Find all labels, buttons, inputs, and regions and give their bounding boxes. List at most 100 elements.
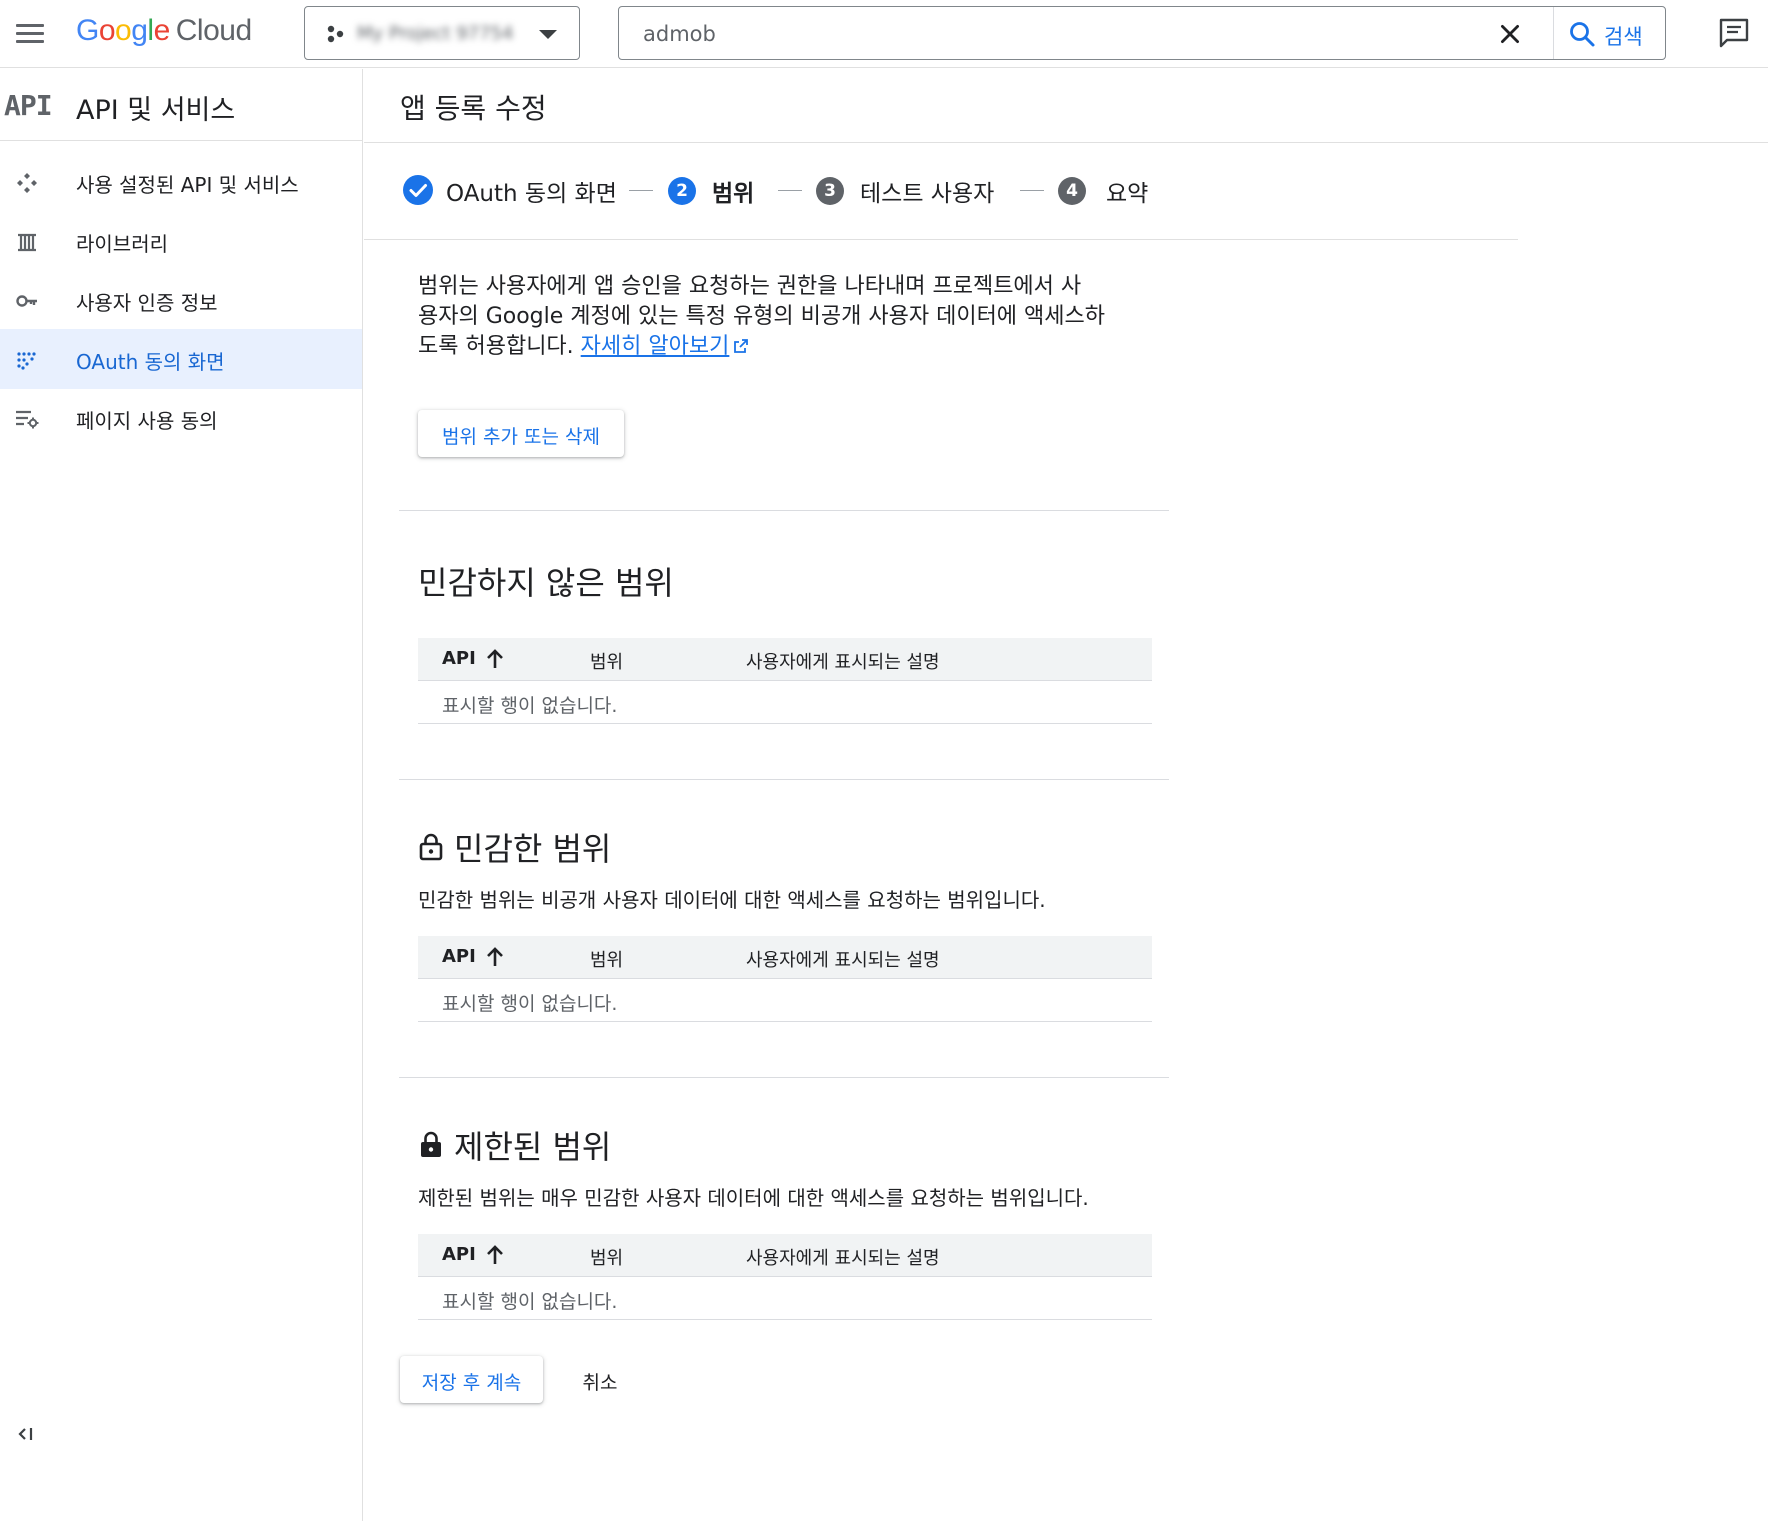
search-icon (1570, 22, 1595, 47)
api-logo: API (4, 89, 53, 122)
release-notes-icon[interactable] (1718, 17, 1750, 49)
step-4-label[interactable]: 요약 (1106, 174, 1148, 208)
step-separator (778, 190, 802, 191)
top-bar: Google Cloud My Project 97754 admob 검색 (0, 0, 1768, 68)
column-description: 사용자에게 표시되는 설명 (746, 652, 940, 673)
cancel-button[interactable]: 취소 (566, 1356, 634, 1403)
column-api[interactable]: API (442, 1244, 476, 1265)
arrow-up-icon[interactable] (484, 647, 506, 671)
sensitive-title: 민감한 범위 (418, 824, 611, 870)
column-description: 사용자에게 표시되는 설명 (746, 950, 940, 971)
intro-line: 용자의 Google 계정에 있는 특정 유형의 비공개 사용자 데이터에 액세… (418, 304, 1106, 329)
cancel-button-label: 취소 (582, 1372, 618, 1394)
sidebar-item-credentials[interactable]: 사용자 인증 정보 (0, 270, 362, 330)
search-button-label: 검색 (1604, 25, 1643, 49)
sensitive-description: 민감한 범위는 비공개 사용자 데이터에 대한 액세스를 요청하는 범위입니다. (418, 888, 1046, 912)
library-icon (18, 233, 36, 252)
table-header: API 범위 사용자에게 표시되는 설명 (418, 1234, 1152, 1277)
arrow-up-icon[interactable] (484, 945, 506, 969)
page-header: 앱 등록 수정 (364, 69, 1768, 143)
divider (399, 510, 1169, 511)
logo-letter: g (131, 14, 148, 47)
enabled-apis-icon (17, 173, 37, 193)
intro-line: 도록 허용합니다. (418, 334, 581, 359)
clear-icon[interactable] (1497, 21, 1523, 47)
logo-cloud-text: Cloud (175, 14, 252, 47)
search-bar[interactable]: admob 검색 (618, 6, 1666, 60)
logo-letter: o (115, 14, 132, 47)
sidebar-item-label: 사용 설정된 API 및 서비스 (76, 173, 299, 197)
sidebar-item-label: 사용자 인증 정보 (76, 291, 218, 315)
column-scope: 범위 (590, 1248, 624, 1269)
page-title: 앱 등록 수정 (400, 92, 547, 125)
key-icon (16, 295, 37, 307)
add-remove-scopes-button[interactable]: 범위 추가 또는 삭제 (418, 410, 624, 457)
restricted-table: API 범위 사용자에게 표시되는 설명 표시할 행이 없습니다. (418, 1234, 1152, 1320)
table-header: API 범위 사용자에게 표시되는 설명 (418, 936, 1152, 979)
project-icon (327, 25, 344, 43)
google-cloud-logo[interactable]: Google Cloud (76, 14, 252, 48)
step-separator (629, 190, 653, 191)
empty-message: 표시할 행이 없습니다. (442, 695, 618, 717)
search-input[interactable]: admob (643, 22, 716, 46)
divider (399, 779, 1169, 780)
caret-down-icon (539, 30, 557, 39)
menu-icon[interactable] (14, 18, 46, 50)
page-consent-icon (16, 410, 39, 429)
sidebar-item-page-consent[interactable]: 페이지 사용 동의 (0, 388, 362, 448)
logo-letter: G (76, 14, 99, 47)
sidebar-item-enabled-apis[interactable]: 사용 설정된 API 및 서비스 (0, 152, 362, 212)
step-4-number: 4 (1058, 177, 1086, 205)
step-separator (1020, 190, 1044, 191)
step-1-label[interactable]: OAuth 동의 화면 (446, 174, 617, 208)
external-link-icon[interactable] (733, 338, 749, 354)
table-row: 표시할 행이 없습니다. (418, 979, 1152, 1022)
empty-message: 표시할 행이 없습니다. (442, 993, 618, 1015)
arrow-up-icon[interactable] (484, 1243, 506, 1267)
non-sensitive-title: 민감하지 않은 범위 (418, 564, 674, 602)
step-2-label[interactable]: 범위 (712, 174, 754, 208)
empty-message: 표시할 행이 없습니다. (442, 1291, 618, 1313)
sidebar-item-label: 라이브러리 (76, 232, 168, 256)
collapse-nav-icon[interactable] (16, 1423, 38, 1445)
search-button[interactable]: 검색 (1553, 7, 1666, 59)
column-api[interactable]: API (442, 648, 476, 669)
step-3-number: 3 (816, 177, 844, 205)
project-name: My Project 97754 (357, 23, 514, 44)
table-row: 표시할 행이 없습니다. (418, 681, 1152, 724)
logo-letter: e (153, 14, 171, 47)
restricted-title: 제한된 범위 (418, 1122, 611, 1168)
stepper: OAuth 동의 화면 2 범위 3 테스트 사용자 4 요약 (364, 144, 1518, 240)
restricted-title-text: 제한된 범위 (454, 1128, 612, 1166)
sidebar-item-label: OAuth 동의 화면 (76, 350, 225, 374)
learn-more-link[interactable]: 자세히 알아보기 (581, 334, 730, 359)
logo-letter: o (98, 14, 116, 47)
lock-icon (421, 1131, 441, 1157)
sidebar-item-library[interactable]: 라이브러리 (0, 211, 362, 271)
column-scope: 범위 (590, 652, 624, 673)
lock-open-icon (419, 833, 443, 861)
divider (399, 1077, 1169, 1078)
non-sensitive-table: API 범위 사용자에게 표시되는 설명 표시할 행이 없습니다. (418, 638, 1152, 724)
step-2-number: 2 (668, 177, 696, 205)
restricted-description: 제한된 범위는 매우 민감한 사용자 데이터에 대한 액세스를 요청하는 범위입… (418, 1186, 1089, 1210)
add-remove-scopes-label: 범위 추가 또는 삭제 (442, 426, 600, 448)
oauth-consent-icon (17, 352, 36, 370)
sidebar-item-oauth-consent[interactable]: OAuth 동의 화면 (0, 329, 362, 389)
project-picker[interactable]: My Project 97754 (304, 6, 580, 60)
save-and-continue-button[interactable]: 저장 후 계속 (400, 1356, 543, 1403)
check-circle-icon (403, 175, 433, 205)
sensitive-title-text: 민감한 범위 (454, 830, 612, 868)
column-description: 사용자에게 표시되는 설명 (746, 1248, 940, 1269)
sidebar-item-label: 페이지 사용 동의 (76, 409, 218, 433)
step-3-label[interactable]: 테스트 사용자 (860, 174, 994, 208)
table-header: API 범위 사용자에게 표시되는 설명 (418, 638, 1152, 681)
intro-line: 범위는 사용자에게 앱 승인을 요청하는 권한을 나타내며 프로젝트에서 사 (418, 274, 1082, 299)
sensitive-table: API 범위 사용자에게 표시되는 설명 표시할 행이 없습니다. (418, 936, 1152, 1022)
table-row: 표시할 행이 없습니다. (418, 1277, 1152, 1320)
nav-header: API API 및 서비스 (0, 69, 362, 141)
save-button-label: 저장 후 계속 (421, 1372, 522, 1394)
scope-intro: 범위는 사용자에게 앱 승인을 요청하는 권한을 나타내며 프로젝트에서 사 용… (418, 272, 1158, 362)
column-api[interactable]: API (442, 946, 476, 967)
column-scope: 범위 (590, 950, 624, 971)
